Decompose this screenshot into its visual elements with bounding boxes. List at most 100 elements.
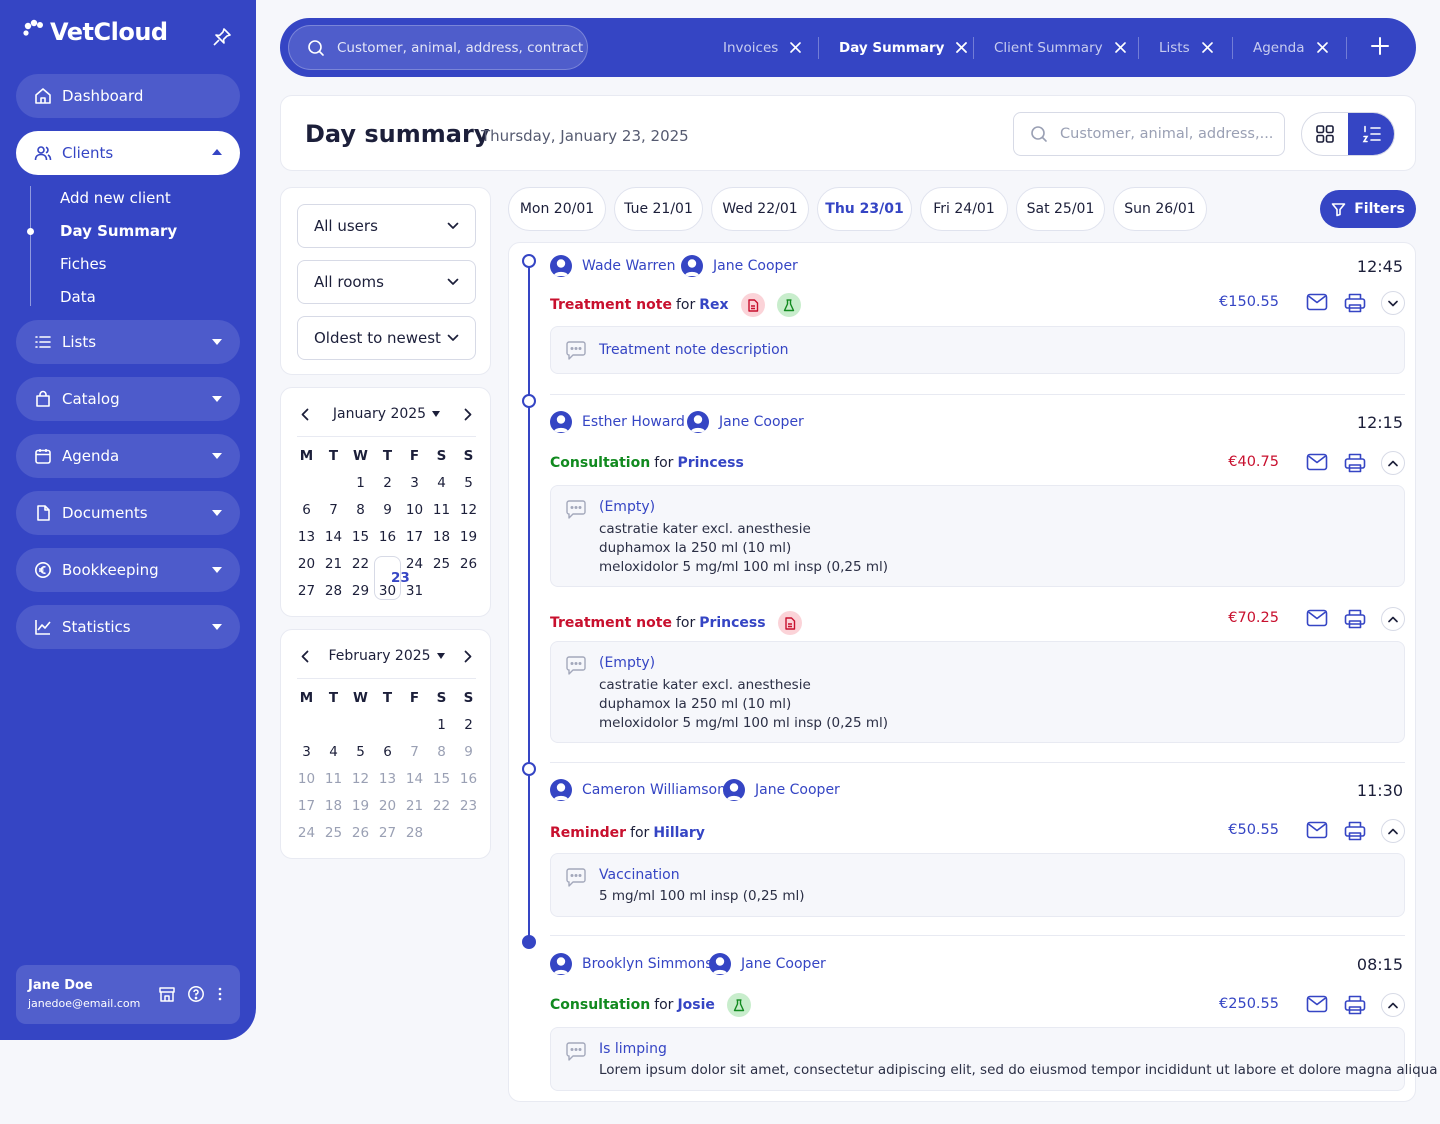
pet-link[interactable]: Hillary — [653, 825, 705, 841]
help-icon[interactable] — [187, 985, 205, 1003]
nav-statistics[interactable]: Statistics — [16, 605, 240, 649]
calendar-day[interactable]: 6 — [293, 502, 320, 518]
calendar-day[interactable]: 5 — [347, 744, 374, 760]
calendar-day[interactable]: 20 — [293, 556, 320, 572]
calendar-day[interactable]: 8 — [428, 744, 455, 760]
calendar-day[interactable]: 12 — [347, 771, 374, 787]
search-input[interactable]: Customer, animal, address,... — [1013, 112, 1285, 156]
calendar-day[interactable]: 4 — [320, 744, 347, 760]
pdf-document-icon[interactable] — [740, 293, 765, 317]
calendar-day[interactable]: 7 — [320, 502, 347, 518]
pet-link[interactable]: Rex — [699, 297, 728, 313]
calendar-day[interactable]: 16 — [374, 529, 401, 545]
vet-link[interactable]: Jane Cooper — [723, 779, 840, 801]
more-vertical-icon[interactable] — [216, 985, 224, 1003]
list-view-icon[interactable] — [1348, 113, 1394, 155]
client-link[interactable]: Cameron Williamson — [550, 779, 726, 801]
printer-icon[interactable] — [1344, 293, 1366, 313]
calendar-day[interactable]: 16 — [455, 771, 482, 787]
day-chip-sat[interactable]: Sat 25/01 — [1016, 187, 1105, 231]
grid-view-icon[interactable] — [1302, 113, 1348, 155]
global-search-input[interactable]: Customer, animal, address, contract — [288, 25, 588, 70]
calendar-day[interactable]: 24 — [401, 556, 428, 572]
mail-icon[interactable] — [1306, 293, 1328, 311]
calendar-day[interactable]: 17 — [293, 798, 320, 814]
calendar-day[interactable]: 5 — [455, 475, 482, 491]
users-select[interactable]: All users — [297, 204, 476, 248]
app-logo[interactable]: VetCloud — [22, 18, 168, 46]
month-selector[interactable]: February 2025 — [297, 648, 476, 664]
calendar-day[interactable]: 28 — [320, 583, 347, 599]
calendar-day[interactable]: 27 — [293, 583, 320, 599]
mail-icon[interactable] — [1306, 453, 1328, 471]
add-tab-icon[interactable] — [1370, 36, 1390, 56]
close-icon[interactable] — [1316, 42, 1328, 53]
pdf-document-icon[interactable] — [777, 611, 802, 635]
calendar-day[interactable]: 22 — [428, 798, 455, 814]
calendar-day[interactable]: 1 — [347, 475, 374, 491]
calendar-day[interactable]: 24 — [293, 825, 320, 841]
pet-link[interactable]: Princess — [699, 615, 765, 631]
calendar-day[interactable]: 19 — [347, 798, 374, 814]
rooms-select[interactable]: All rooms — [297, 260, 476, 304]
chevron-right-icon[interactable] — [464, 408, 472, 421]
mail-icon[interactable] — [1306, 995, 1328, 1013]
nav-lists[interactable]: Lists — [16, 320, 240, 364]
nav-clients[interactable]: Clients — [16, 131, 240, 175]
day-chip-tue[interactable]: Tue 21/01 — [614, 187, 703, 231]
calendar-day[interactable]: 20 — [374, 798, 401, 814]
pin-icon[interactable] — [212, 27, 232, 47]
tab-client-summary[interactable]: Client Summary — [994, 18, 1126, 77]
calendar-day[interactable]: 2 — [455, 717, 482, 733]
calendar-day[interactable]: 30 — [374, 583, 401, 599]
chevron-down-icon[interactable] — [1381, 291, 1405, 315]
subnav-data[interactable]: Data — [60, 288, 96, 306]
pet-link[interactable]: Josie — [677, 997, 714, 1013]
calendar-day[interactable]: 10 — [293, 771, 320, 787]
lab-flask-icon[interactable] — [776, 293, 801, 317]
calendar-day[interactable]: 1 — [428, 717, 455, 733]
calendar-day[interactable]: 10 — [401, 502, 428, 518]
calendar-day[interactable]: 3 — [401, 475, 428, 491]
close-icon[interactable] — [790, 42, 802, 53]
calendar-day[interactable]: 13 — [374, 771, 401, 787]
calendar-day[interactable]: 28 — [401, 825, 428, 841]
printer-icon[interactable] — [1344, 821, 1366, 841]
tab-lists[interactable]: Lists — [1159, 18, 1213, 77]
nav-catalog[interactable]: Catalog — [16, 377, 240, 421]
calendar-day[interactable]: 22 — [347, 556, 374, 572]
calendar-day[interactable]: 31 — [401, 583, 428, 599]
subnav-add-new-client[interactable]: Add new client — [60, 189, 171, 207]
lab-flask-icon[interactable] — [726, 993, 751, 1017]
filters-button[interactable]: Filters — [1320, 190, 1416, 228]
calendar-day[interactable]: 3 — [293, 744, 320, 760]
client-link[interactable]: Esther Howard — [550, 411, 685, 433]
calendar-day[interactable]: 19 — [455, 529, 482, 545]
close-icon[interactable] — [956, 42, 968, 53]
calendar-day[interactable]: 25 — [320, 825, 347, 841]
calendar-day[interactable]: 17 — [401, 529, 428, 545]
close-icon[interactable] — [1201, 42, 1213, 53]
calendar-day[interactable]: 21 — [320, 556, 347, 572]
chevron-up-icon[interactable] — [1381, 819, 1405, 843]
calendar-day[interactable]: 13 — [293, 529, 320, 545]
day-chip-sun[interactable]: Sun 26/01 — [1113, 187, 1207, 231]
day-chip-fri[interactable]: Fri 24/01 — [920, 187, 1008, 231]
vet-link[interactable]: Jane Cooper — [681, 255, 798, 277]
calendar-day[interactable]: 9 — [374, 502, 401, 518]
calendar-day[interactable]: 2 — [374, 475, 401, 491]
nav-dashboard[interactable]: Dashboard — [16, 74, 240, 118]
printer-icon[interactable] — [1344, 995, 1366, 1015]
calendar-day[interactable]: 27 — [374, 825, 401, 841]
mail-icon[interactable] — [1306, 609, 1328, 627]
printer-icon[interactable] — [1344, 453, 1366, 473]
calendar-day[interactable]: 14 — [320, 529, 347, 545]
close-icon[interactable] — [1114, 42, 1126, 53]
calendar-day[interactable]: 6 — [374, 744, 401, 760]
tab-day-summary[interactable]: Day Summary — [839, 18, 968, 77]
calendar-day[interactable]: 15 — [428, 771, 455, 787]
subnav-day-summary[interactable]: Day Summary — [60, 222, 177, 240]
nav-documents[interactable]: Documents — [16, 491, 240, 535]
mail-icon[interactable] — [1306, 821, 1328, 839]
calendar-day[interactable]: 12 — [455, 502, 482, 518]
